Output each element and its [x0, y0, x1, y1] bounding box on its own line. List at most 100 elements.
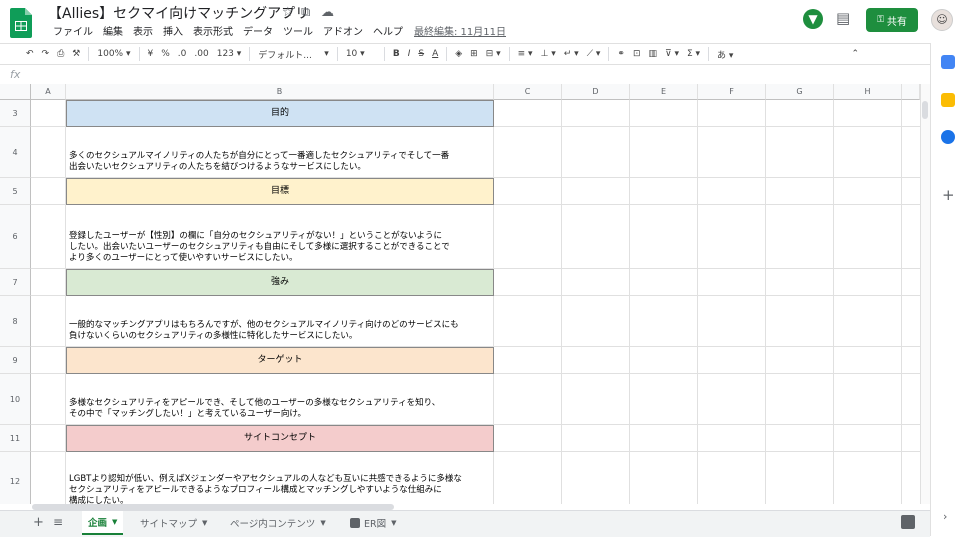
- row-header[interactable]: 3: [0, 100, 31, 127]
- empty-cells[interactable]: [494, 296, 920, 347]
- font-select[interactable]: デフォルト...: [254, 48, 320, 61]
- section-header-cell[interactable]: サイトコンセプト: [66, 425, 494, 452]
- column-header[interactable]: [902, 84, 920, 100]
- empty-cells[interactable]: [494, 452, 920, 504]
- fill-color-icon[interactable]: ◈: [451, 49, 466, 59]
- sheets-logo-icon[interactable]: [10, 8, 32, 38]
- avatar[interactable]: ☺: [931, 9, 953, 31]
- star-icon[interactable]: ☆: [282, 5, 294, 20]
- bold-icon[interactable]: B: [389, 49, 404, 59]
- sheet-tab[interactable]: 企画 ▼: [82, 511, 124, 535]
- empty-cells[interactable]: [494, 178, 920, 205]
- empty-cells[interactable]: [494, 100, 920, 127]
- vertical-align-icon[interactable]: ⊥ ▾: [537, 49, 560, 59]
- strikethrough-icon[interactable]: S: [414, 49, 428, 59]
- section-header-cell[interactable]: 目的: [66, 100, 494, 127]
- comment-history-icon[interactable]: ▤: [836, 9, 850, 27]
- merge-cells-icon[interactable]: ⊟ ▾: [482, 49, 505, 59]
- last-edit-link[interactable]: 最終編集: 11月11日: [414, 23, 506, 38]
- all-sheets-icon[interactable]: ≡: [53, 515, 63, 529]
- zoom-select[interactable]: 100% ▾: [93, 49, 134, 59]
- section-header-cell[interactable]: 目標: [66, 178, 494, 205]
- menu-insert[interactable]: 挿入: [158, 23, 188, 38]
- row-header[interactable]: 12: [0, 452, 31, 504]
- empty-cells[interactable]: [494, 127, 920, 178]
- sheet-tab[interactable]: ページ内コンテンツ ▼: [224, 511, 332, 535]
- print-icon[interactable]: ⎙: [53, 49, 68, 59]
- row-header[interactable]: 10: [0, 374, 31, 425]
- currency-button[interactable]: ¥: [144, 49, 158, 59]
- decrease-decimal-button[interactable]: .0: [174, 49, 191, 59]
- share-button[interactable]: ⚿ 共有: [866, 8, 918, 32]
- row-header[interactable]: 9: [0, 347, 31, 374]
- vertical-scroll-thumb[interactable]: [922, 101, 928, 119]
- cell[interactable]: [31, 452, 66, 504]
- menu-file[interactable]: ファイル: [48, 23, 98, 38]
- cell[interactable]: [31, 178, 66, 205]
- undo-icon[interactable]: ↶: [22, 49, 38, 59]
- column-header[interactable]: F: [698, 84, 766, 100]
- column-header[interactable]: G: [766, 84, 834, 100]
- section-header-cell[interactable]: 強み: [66, 269, 494, 296]
- row-header[interactable]: 11: [0, 425, 31, 452]
- filter-icon[interactable]: ⊽ ▾: [661, 49, 683, 59]
- text-cell[interactable]: 一般的なマッチングアプリはもちろんですが、他のセクシュアルマイノリティ向けのどの…: [66, 296, 494, 347]
- cell[interactable]: [31, 100, 66, 127]
- column-header[interactable]: C: [494, 84, 562, 100]
- insert-chart-icon[interactable]: ▥: [644, 49, 661, 59]
- sheet-tab[interactable]: ER図 ▼: [344, 511, 403, 535]
- add-on-plus-icon[interactable]: +: [942, 186, 955, 204]
- chevron-right-icon[interactable]: ›: [943, 510, 947, 523]
- row-header[interactable]: 7: [0, 269, 31, 296]
- text-rotation-icon[interactable]: ⟋ ▾: [583, 49, 605, 59]
- cell[interactable]: [31, 425, 66, 452]
- percent-button[interactable]: %: [157, 49, 174, 59]
- text-wrap-icon[interactable]: ↵ ▾: [560, 49, 583, 59]
- empty-cells[interactable]: [494, 269, 920, 296]
- menu-data[interactable]: データ: [238, 23, 278, 38]
- sheet-tab[interactable]: サイトマップ ▼: [134, 511, 213, 535]
- borders-icon[interactable]: ⊞: [466, 49, 482, 59]
- italic-icon[interactable]: I: [404, 49, 415, 59]
- row-header[interactable]: 6: [0, 205, 31, 269]
- row-header[interactable]: 4: [0, 127, 31, 178]
- tasks-icon[interactable]: [941, 130, 955, 144]
- cell[interactable]: [31, 296, 66, 347]
- cell[interactable]: [31, 269, 66, 296]
- collapse-menu-icon[interactable]: ⌃: [847, 49, 863, 59]
- document-title[interactable]: 【Allies】セクマイ向けマッチングアプリ: [48, 3, 309, 23]
- column-header[interactable]: A: [31, 84, 66, 100]
- column-header[interactable]: E: [630, 84, 698, 100]
- text-color-icon[interactable]: A: [428, 49, 442, 59]
- empty-cells[interactable]: [494, 374, 920, 425]
- move-folder-icon[interactable]: ⧉: [301, 5, 310, 20]
- font-size-select[interactable]: 10 ▾: [342, 49, 380, 59]
- column-header[interactable]: H: [834, 84, 902, 100]
- menu-help[interactable]: ヘルプ: [368, 23, 408, 38]
- text-cell[interactable]: LGBTより認知が低い、例えばXジェンダーやアセクシュアルの人なども互いに共感で…: [66, 452, 494, 504]
- more-formats-select[interactable]: 123 ▾: [213, 49, 246, 59]
- add-sheet-icon[interactable]: +: [33, 515, 44, 530]
- cell[interactable]: [31, 347, 66, 374]
- keep-icon[interactable]: [941, 93, 955, 107]
- formula-bar[interactable]: [0, 66, 930, 86]
- menu-edit[interactable]: 編集: [98, 23, 128, 38]
- paint-format-icon[interactable]: ⚒: [68, 49, 84, 59]
- horizontal-align-icon[interactable]: ≡ ▾: [514, 49, 537, 59]
- text-cell[interactable]: 多くのセクシュアルマイノリティの人たちが自分にとって一番適したセクシュアリティで…: [66, 127, 494, 178]
- increase-decimal-button[interactable]: .00: [190, 49, 212, 59]
- text-cell[interactable]: 多様なセクシュアリティをアピールでき、そして他のユーザーの多様なセクシュアリティ…: [66, 374, 494, 425]
- explore-icon[interactable]: [901, 515, 915, 529]
- cell[interactable]: [31, 374, 66, 425]
- select-all-corner[interactable]: [0, 84, 31, 100]
- calendar-icon[interactable]: [941, 55, 955, 69]
- extension-icon[interactable]: ▼: [803, 9, 823, 29]
- font-dropdown-icon[interactable]: ▾: [320, 49, 333, 59]
- section-header-cell[interactable]: ターゲット: [66, 347, 494, 374]
- cell[interactable]: [31, 127, 66, 178]
- row-header[interactable]: 5: [0, 178, 31, 205]
- column-header[interactable]: D: [562, 84, 630, 100]
- cell[interactable]: [31, 205, 66, 269]
- menu-tools[interactable]: ツール: [278, 23, 318, 38]
- menu-addons[interactable]: アドオン: [318, 23, 368, 38]
